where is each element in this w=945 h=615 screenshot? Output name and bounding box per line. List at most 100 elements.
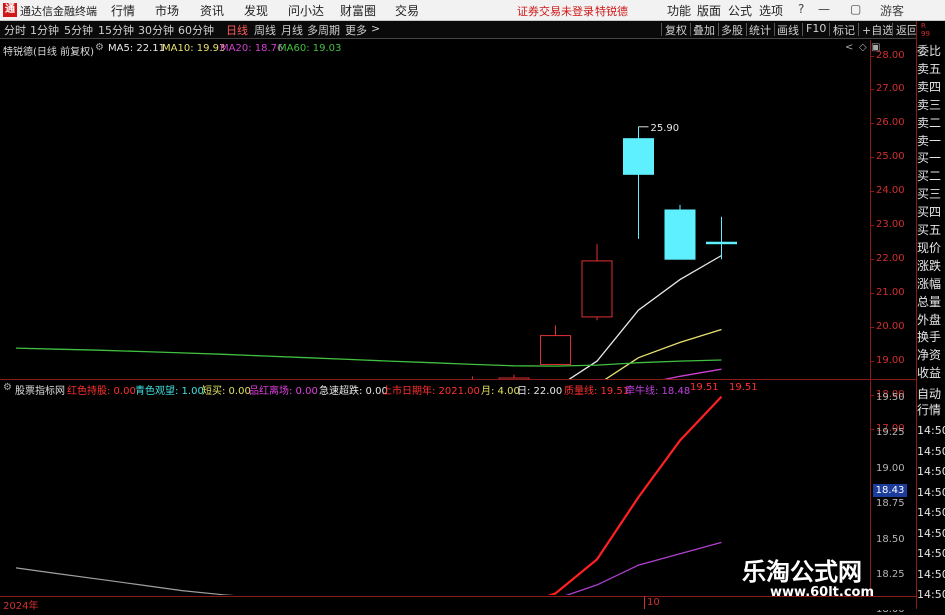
orderbook-row[interactable]: 收益 xyxy=(917,365,945,381)
indicator-tick-label: 19.00 xyxy=(876,462,905,474)
candlestick-chart[interactable]: 25.9017.09 xyxy=(0,55,870,380)
high-marker-label: 25.90 xyxy=(651,123,680,134)
period-15min[interactable]: 15分钟 xyxy=(98,22,134,38)
toolbar-divider xyxy=(802,23,803,36)
menu-discover[interactable]: 发现 xyxy=(244,2,268,19)
orderbook-row[interactable]: 涨幅 xyxy=(917,276,945,292)
tool-multistock[interactable]: 多股 xyxy=(721,22,743,38)
period-toolbar: 分时 1分钟 5分钟 15分钟 30分钟 60分钟 日线 周线 月线 多周期 更… xyxy=(0,21,945,39)
ma10-label: MA10: 19.93 xyxy=(162,43,226,54)
indicator-settings-icon[interactable]: ⚙ xyxy=(3,382,12,393)
close-small-icon[interactable]: ◇ xyxy=(859,42,867,53)
pane-divider xyxy=(0,379,916,380)
orderbook-row[interactable]: 换手 xyxy=(917,329,945,345)
candle-body xyxy=(581,260,613,318)
period-30min[interactable]: 30分钟 xyxy=(138,22,174,38)
login-notice[interactable]: 证券交易未登录 xyxy=(517,3,594,19)
stock-name-notice: 特锐德 xyxy=(595,5,628,18)
price-tick xyxy=(870,191,874,193)
menu-ask[interactable]: 问小达 xyxy=(288,2,324,19)
tool-add-watchlist[interactable]: +自选 xyxy=(862,22,893,38)
more-chevron-icon[interactable]: > xyxy=(371,22,380,35)
period-multi[interactable]: 多周期 xyxy=(307,22,340,38)
watermark-title: 乐淘公式网 xyxy=(742,558,862,586)
orderbook-row[interactable]: 涨跌 xyxy=(917,258,945,274)
period-more[interactable]: 更多 xyxy=(345,22,367,38)
sidebar-quotes[interactable]: 行情 xyxy=(917,402,945,418)
orderbook-row[interactable]: 买二 xyxy=(917,168,945,184)
ma20-label: MA20: 18.76 xyxy=(220,43,284,54)
orderbook-row[interactable]: 净资 xyxy=(917,347,945,363)
trade-time-row: 14:50 xyxy=(917,444,945,458)
collapse-chevron-icon[interactable]: < xyxy=(845,42,853,53)
menu-wealth[interactable]: 财富圈 xyxy=(340,2,376,19)
axis-divider xyxy=(870,40,871,380)
indicator-line-0 xyxy=(547,395,723,595)
orderbook-row[interactable]: 卖四 xyxy=(917,79,945,95)
orderbook-row[interactable]: 委比 xyxy=(917,43,945,59)
restore-icon[interactable]: ▢ xyxy=(850,2,861,16)
trade-time-row: 14:50 xyxy=(917,526,945,540)
period-daily[interactable]: 日线 xyxy=(226,22,248,38)
date-year-label: 2024年 xyxy=(3,601,39,612)
tool-f10[interactable]: F10 xyxy=(806,22,826,35)
help-icon[interactable]: ? xyxy=(798,2,804,16)
period-5min[interactable]: 5分钟 xyxy=(64,22,93,38)
sidebar-auto[interactable]: 自动 xyxy=(917,386,945,402)
app-title: 通达信金融终端 xyxy=(20,5,97,18)
orderbook-row[interactable]: 买四 xyxy=(917,204,945,220)
ma-line-ma10 xyxy=(603,328,722,380)
toolbar-divider xyxy=(746,23,747,36)
user-label[interactable]: 游客 xyxy=(880,2,904,19)
indicator-chart[interactable] xyxy=(0,395,870,595)
ma-line-ma5 xyxy=(566,254,722,380)
orderbook-row[interactable]: 总量 xyxy=(917,294,945,310)
orderbook-row[interactable]: 买三 xyxy=(917,186,945,202)
menu-layout[interactable]: 版面 xyxy=(697,2,721,19)
orderbook-row[interactable]: 卖一 xyxy=(917,133,945,149)
period-monthly[interactable]: 月线 xyxy=(281,22,303,38)
price-tick-label: 23.00 xyxy=(876,219,905,231)
trade-time-row: 14:50 xyxy=(917,485,945,499)
orderbook-row[interactable]: 卖五 xyxy=(917,61,945,77)
price-tick-label: 26.00 xyxy=(876,117,905,129)
minimize-icon[interactable]: — xyxy=(818,2,830,16)
candle-body xyxy=(623,138,654,175)
toolbar-divider xyxy=(690,23,691,36)
period-60min[interactable]: 60分钟 xyxy=(178,22,214,38)
orderbook-row[interactable]: 卖二 xyxy=(917,115,945,131)
menu-news[interactable]: 资讯 xyxy=(200,2,224,19)
toolbar-divider xyxy=(661,23,662,36)
orderbook-row[interactable]: 现价 xyxy=(917,240,945,256)
settings-gear-icon[interactable]: ⚙ xyxy=(95,42,104,53)
menu-formula[interactable]: 公式 xyxy=(728,2,752,19)
period-1min[interactable]: 1分钟 xyxy=(30,22,59,38)
tool-adjust[interactable]: 复权 xyxy=(665,22,687,38)
tool-back[interactable]: 返回 xyxy=(896,22,918,38)
menu-trade[interactable]: 交易 xyxy=(395,2,419,19)
menu-options[interactable]: 选项 xyxy=(759,2,783,19)
tool-draw[interactable]: 画线 xyxy=(777,22,799,38)
menu-market[interactable]: 市场 xyxy=(155,2,179,19)
price-tick xyxy=(870,361,874,363)
orderbook-row[interactable]: 卖三 xyxy=(917,97,945,113)
orderbook-row[interactable]: 买一 xyxy=(917,150,945,166)
toolbar-divider xyxy=(718,23,719,36)
orderbook-row[interactable]: 买五 xyxy=(917,222,945,238)
tool-stats[interactable]: 统计 xyxy=(749,22,771,38)
menu-function[interactable]: 功能 xyxy=(667,2,691,19)
trade-time-row: 14:50 xyxy=(917,424,945,437)
period-weekly[interactable]: 周线 xyxy=(254,22,276,38)
tool-mark[interactable]: 标记 xyxy=(833,22,855,38)
orderbook-row[interactable]: 外盘 xyxy=(917,312,945,328)
period-timeshare[interactable]: 分时 xyxy=(4,22,26,38)
candle-body xyxy=(540,335,571,365)
tool-overlay[interactable]: 叠加 xyxy=(693,22,715,38)
toolbar-divider xyxy=(774,23,775,36)
indicator-line-1 xyxy=(565,541,722,595)
menu-quotes[interactable]: 行情 xyxy=(111,2,135,19)
price-tick-label: 27.00 xyxy=(876,83,905,95)
indicator-tick-label: 19.25 xyxy=(876,427,905,439)
indicator-tick-label: 18.75 xyxy=(876,498,905,510)
watermark-url: www.60lt.com xyxy=(770,585,875,600)
